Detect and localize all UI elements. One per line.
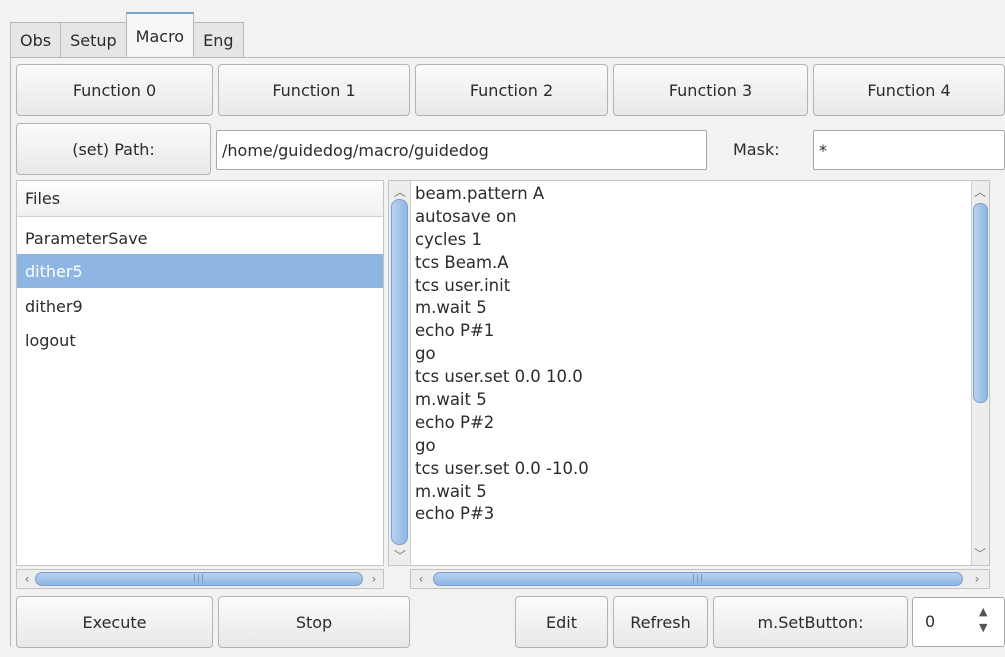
tab-label: Macro [135, 26, 185, 46]
editor-line: beam.pattern A [415, 184, 545, 203]
set-button-button[interactable]: m.SetButton: [713, 596, 908, 648]
file-item-label: logout [25, 330, 76, 350]
editor-right-scrollbar[interactable]: ︿ ﹀ [971, 181, 989, 565]
path-input[interactable]: /home/guidedog/macro/guidedog [216, 130, 707, 170]
scroll-up-icon[interactable]: ︿ [972, 183, 988, 199]
macro-editor[interactable]: ︿ ﹀ beam.pattern A autosave on cycles 1 … [388, 180, 990, 566]
file-item-label: ParameterSave [25, 228, 148, 248]
spin-up-icon[interactable]: ▲ [979, 606, 987, 618]
scroll-up-icon[interactable]: ︿ [392, 183, 408, 199]
editor-line: echo P#2 [415, 412, 495, 432]
tab-bar: Obs Setup Macro Eng [10, 12, 244, 58]
editor-line: go [415, 435, 436, 455]
editor-text: beam.pattern A autosave on cycles 1 tcs … [415, 183, 975, 526]
grip-icon: ||| [192, 574, 206, 584]
editor-line: m.wait 5 [415, 481, 487, 501]
file-list-hscroll-thumb[interactable]: ||| [35, 572, 363, 586]
tab-setup[interactable]: Setup [60, 22, 127, 58]
scroll-right-icon[interactable]: › [366, 571, 382, 587]
scroll-down-icon[interactable]: ﹀ [972, 545, 988, 561]
editor-line: autosave on [415, 206, 517, 226]
file-item-dither9[interactable]: dither9 [17, 289, 383, 323]
macro-window: Obs Setup Macro Eng Function 0 Function … [0, 0, 1005, 657]
tab-eng[interactable]: Eng [193, 22, 244, 58]
editor-hscroll-thumb[interactable]: ||| [433, 572, 963, 586]
function-4-button[interactable]: Function 4 [813, 64, 1005, 116]
edit-button[interactable]: Edit [515, 596, 608, 648]
scroll-right-icon[interactable]: › [969, 571, 985, 587]
tab-label: Eng [203, 31, 234, 50]
editor-line: tcs Beam.A [415, 252, 509, 272]
tab-macro[interactable]: Macro [125, 12, 195, 58]
editor-line: cycles 1 [415, 229, 482, 249]
mask-input[interactable]: * [813, 130, 1005, 170]
editor-line: echo P#3 [415, 504, 495, 524]
refresh-button[interactable]: Refresh [613, 596, 708, 648]
function-2-button[interactable]: Function 2 [415, 64, 608, 116]
editor-left-scroll-thumb[interactable] [391, 199, 408, 545]
editor-line: tcs user.set 0.0 10.0 [415, 367, 583, 387]
mask-label: Mask: [733, 140, 780, 159]
editor-line: echo P#1 [415, 321, 495, 341]
editor-line: go [415, 344, 436, 364]
grip-icon: ||| [691, 574, 705, 584]
scroll-left-icon[interactable]: ‹ [413, 571, 429, 587]
editor-line: tcs user.init [415, 275, 511, 295]
function-3-button[interactable]: Function 3 [613, 64, 808, 116]
file-item-logout[interactable]: logout [17, 323, 383, 357]
editor-left-scrollbar[interactable]: ︿ ﹀ [389, 181, 411, 565]
scroll-left-icon[interactable]: ‹ [19, 571, 35, 587]
set-path-button[interactable]: (set) Path: [16, 123, 211, 175]
file-item-dither5[interactable]: dither5 [17, 254, 383, 288]
stop-button[interactable]: Stop [218, 596, 410, 648]
tab-label: Setup [70, 31, 117, 50]
editor-line: m.wait 5 [415, 390, 487, 410]
tab-obs[interactable]: Obs [10, 22, 62, 58]
files-column-header[interactable]: Files [17, 181, 383, 217]
spin-down-icon[interactable]: ▼ [979, 622, 987, 634]
editor-right-scroll-thumb[interactable] [973, 203, 988, 403]
file-item-parametersave[interactable]: ParameterSave [17, 221, 383, 255]
execute-button[interactable]: Execute [16, 596, 213, 648]
editor-line: tcs user.set 0.0 -10.0 [415, 458, 589, 478]
scroll-down-icon[interactable]: ﹀ [392, 547, 408, 563]
editor-line: m.wait 5 [415, 298, 487, 318]
editor-hscrollbar[interactable]: ‹ ||| › [410, 569, 990, 589]
files-header-label: Files [25, 189, 61, 208]
file-item-label: dither9 [25, 296, 83, 316]
file-list-hscrollbar[interactable]: ‹ ||| › [16, 569, 384, 589]
file-item-label: dither5 [25, 261, 83, 281]
setbutton-spinbox[interactable]: 0 ▲ ▼ [912, 597, 1005, 647]
tab-label: Obs [20, 31, 52, 50]
function-0-button[interactable]: Function 0 [16, 64, 213, 116]
spinbox-value: 0 [925, 612, 936, 631]
file-list: Files ParameterSave dither5 dither9 logo… [16, 180, 384, 566]
function-1-button[interactable]: Function 1 [218, 64, 410, 116]
